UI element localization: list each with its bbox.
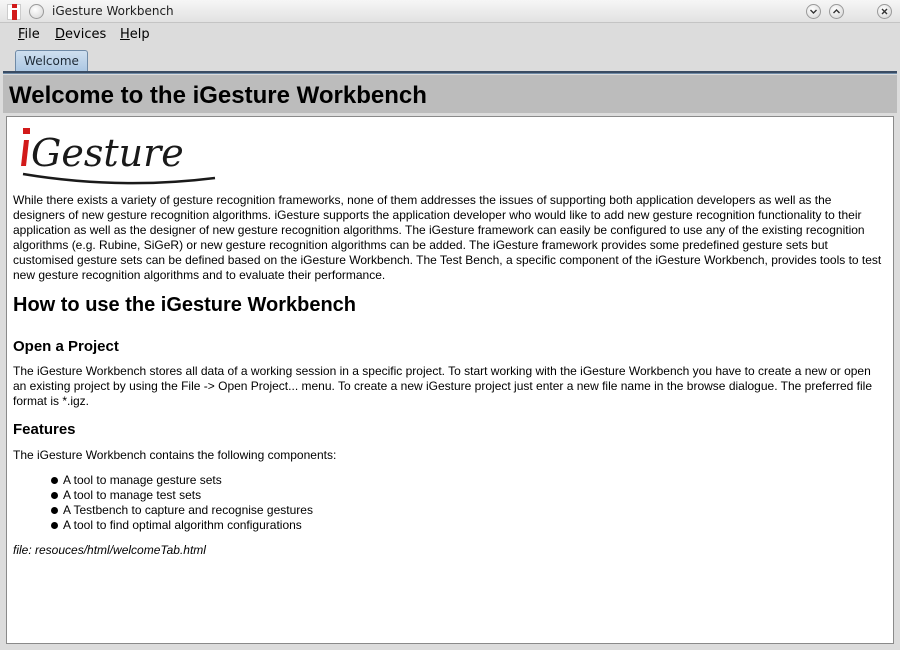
feature-text: A tool to manage gesture sets [63,473,222,487]
menu-file-label: ile [24,27,40,42]
bullet-icon [51,507,58,514]
features-list: A tool to manage gesture sets A tool to … [51,473,313,533]
feature-text: A Testbench to capture and recognise ges… [63,503,313,517]
tab-strip: Welcome [0,45,900,72]
bullet-icon [51,522,58,529]
app-logo-icon [7,4,21,20]
menu-help-mnemonic: H [120,27,130,42]
maximize-button[interactable] [829,4,844,19]
features-intro: The iGesture Workbench contains the foll… [13,448,337,462]
features-heading: Features [13,421,76,438]
feature-text: A tool to manage test sets [63,488,202,502]
feature-text: A tool to find optimal algorithm configu… [63,518,302,532]
menu-devices-mnemonic: D [55,27,66,42]
chevron-down-icon [810,9,817,14]
menu-help-label: elp [129,27,150,42]
bullet-icon [51,492,58,499]
list-item: A tool to manage test sets [51,488,313,503]
menu-devices[interactable]: Devices [55,27,106,42]
close-icon [881,8,888,15]
close-button[interactable] [877,4,892,19]
page-title: Welcome to the iGesture Workbench [9,82,427,109]
tab-divider [3,71,897,74]
open-project-paragraph: The iGesture Workbench stores all data o… [13,364,873,408]
list-item: A tool to manage gesture sets [51,473,313,488]
list-item: A Testbench to capture and recognise ges… [51,503,313,518]
svg-text:Gesture: Gesture [31,131,184,175]
menu-help[interactable]: Help [120,27,150,42]
welcome-content-pane[interactable]: Gesture While there exists a variety of … [6,116,894,644]
window-menu-button[interactable] [29,4,44,19]
chevron-up-icon [833,9,840,14]
file-path-note: file: resouces/html/welcomeTab.html [13,543,206,557]
minimize-button[interactable] [806,4,821,19]
window-title: iGesture Workbench [52,4,174,18]
title-bar: iGesture Workbench [0,0,900,23]
bullet-icon [51,477,58,484]
list-item: A tool to find optimal algorithm configu… [51,518,313,533]
tab-welcome[interactable]: Welcome [15,50,88,72]
menu-bar: File Devices Help [0,23,900,45]
menu-devices-label: evices [65,27,107,42]
open-project-heading: Open a Project [13,338,119,355]
welcome-banner: Welcome to the iGesture Workbench [3,75,897,113]
intro-paragraph: While there exists a variety of gesture … [13,193,882,282]
menu-file[interactable]: File [18,27,40,42]
igesture-logo: Gesture [21,128,216,185]
how-to-heading: How to use the iGesture Workbench [13,294,357,316]
